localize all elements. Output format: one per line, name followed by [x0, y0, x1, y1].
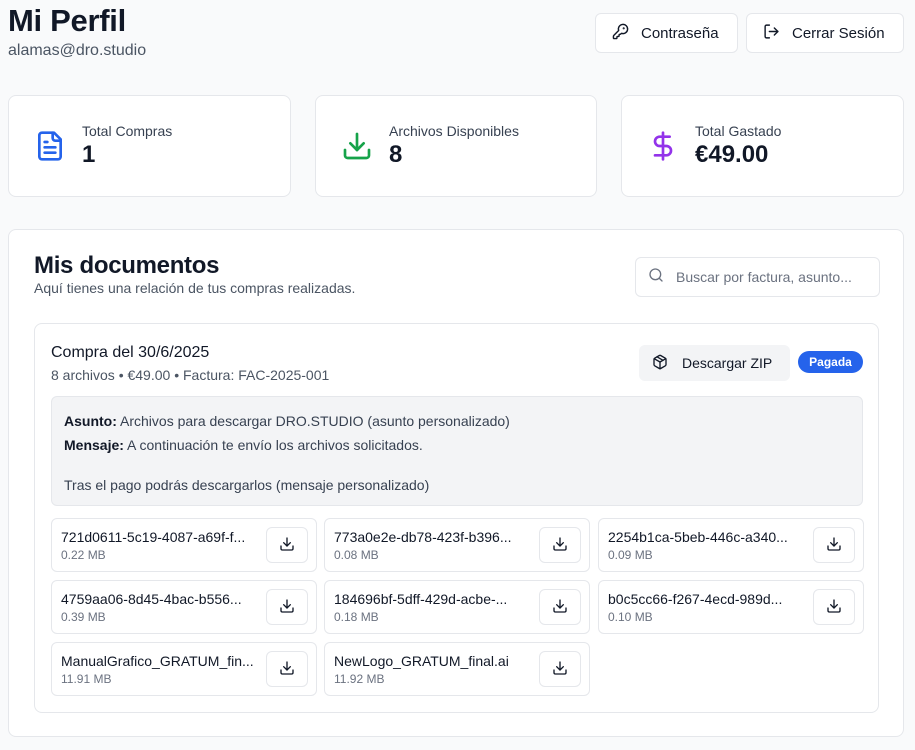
file-name: 2254b1ca-5beb-446c-a340... — [608, 529, 788, 545]
file-size: 0.39 MB — [61, 610, 106, 624]
stat-value: €49.00 — [695, 141, 769, 168]
message-text-2: Tras el pago podrás descargarlos (mensaj… — [64, 477, 430, 493]
download-icon — [552, 598, 568, 617]
stat-card-total-purchases: Total Compras 1 — [8, 95, 291, 197]
stat-card-available-files: Archivos Disponibles 8 — [315, 95, 597, 197]
download-icon — [279, 536, 295, 555]
file-size: 0.18 MB — [334, 610, 379, 624]
subject-text: Archivos para descargar DRO.STUDIO (asun… — [120, 413, 510, 429]
file-item: NewLogo_GRATUM_final.ai 11.92 MB — [324, 642, 590, 696]
download-icon — [552, 660, 568, 679]
search-input[interactable] — [676, 269, 872, 285]
stat-label: Archivos Disponibles — [389, 123, 519, 139]
logout-button-label: Cerrar Sesión — [792, 24, 885, 42]
stat-card-total-spent: Total Gastado €49.00 — [621, 95, 904, 197]
download-file-button[interactable] — [539, 651, 581, 687]
file-size: 0.09 MB — [608, 548, 653, 562]
file-name: 773a0e2e-db78-423f-b396... — [334, 529, 512, 545]
status-badge: Pagada — [798, 351, 863, 373]
file-name: 184696bf-5dff-429d-acbe-... — [334, 591, 508, 607]
download-file-button[interactable] — [539, 527, 581, 563]
purchase-title: Compra del 30/6/2025 — [51, 344, 210, 361]
file-text-icon — [34, 130, 66, 162]
file-size: 11.92 MB — [334, 672, 385, 686]
logout-button[interactable]: Cerrar Sesión — [746, 13, 904, 53]
download-file-button[interactable] — [266, 589, 308, 625]
subject-label: Asunto: — [64, 413, 117, 429]
page-title: Mi Perfil — [8, 3, 126, 38]
file-item: 2254b1ca-5beb-446c-a340... 0.09 MB — [598, 518, 864, 572]
documents-title: Mis documentos — [34, 252, 220, 279]
download-file-button[interactable] — [266, 651, 308, 687]
file-name: NewLogo_GRATUM_final.ai — [334, 653, 509, 669]
download-icon — [341, 130, 373, 162]
file-name: b0c5cc66-f267-4ecd-989d... — [608, 591, 783, 607]
file-item: 721d0611-5c19-4087-a69f-f... 0.22 MB — [51, 518, 317, 572]
message-line: Mensaje: A continuación te envío los arc… — [64, 433, 850, 457]
stat-value: 8 — [389, 141, 403, 168]
download-file-button[interactable] — [539, 589, 581, 625]
message-label: Mensaje: — [64, 437, 124, 453]
documents-panel: Mis documentos Aquí tienes una relación … — [8, 229, 904, 737]
dollar-icon — [647, 130, 679, 162]
file-name: ManualGrafico_GRATUM_fin... — [61, 653, 254, 669]
file-name: 721d0611-5c19-4087-a69f-f... — [61, 529, 246, 545]
download-icon — [279, 598, 295, 617]
search-icon — [648, 267, 664, 288]
search-box[interactable] — [635, 257, 880, 297]
file-item: 773a0e2e-db78-423f-b396... 0.08 MB — [324, 518, 590, 572]
file-name: 4759aa06-8d45-4bac-b556... — [61, 591, 242, 607]
purchase-card: Compra del 30/6/2025 8 archivos • €49.00… — [34, 323, 879, 713]
stat-label: Total Compras — [82, 123, 173, 139]
stat-value: 1 — [82, 141, 96, 168]
download-file-button[interactable] — [813, 527, 855, 563]
key-icon — [612, 23, 629, 44]
user-email: alamas@dro.studio — [8, 42, 147, 59]
download-icon — [552, 536, 568, 555]
download-file-button[interactable] — [266, 527, 308, 563]
message-box: Asunto: Archivos para descargar DRO.STUD… — [51, 396, 863, 506]
documents-subtitle: Aquí tienes una relación de tus compras … — [34, 280, 356, 296]
file-size: 11.91 MB — [61, 672, 112, 686]
password-button[interactable]: Contraseña — [595, 13, 738, 53]
file-item: 184696bf-5dff-429d-acbe-... 0.18 MB — [324, 580, 590, 634]
download-zip-label: Descargar ZIP — [682, 355, 773, 371]
logout-icon — [763, 23, 780, 44]
download-icon — [826, 536, 842, 555]
download-icon — [826, 598, 842, 617]
purchase-meta: 8 archivos • €49.00 • Factura: FAC-2025-… — [51, 367, 330, 383]
file-item: b0c5cc66-f267-4ecd-989d... 0.10 MB — [598, 580, 864, 634]
subject-line: Asunto: Archivos para descargar DRO.STUD… — [64, 409, 850, 433]
message-text: A continuación te envío los archivos sol… — [127, 437, 423, 453]
file-item: ManualGrafico_GRATUM_fin... 11.91 MB — [51, 642, 317, 696]
package-icon — [651, 354, 668, 373]
download-icon — [279, 660, 295, 679]
file-size: 0.10 MB — [608, 610, 653, 624]
password-button-label: Contraseña — [641, 24, 719, 42]
file-item: 4759aa06-8d45-4bac-b556... 0.39 MB — [51, 580, 317, 634]
file-size: 0.08 MB — [334, 548, 379, 562]
stat-label: Total Gastado — [695, 123, 782, 139]
download-file-button[interactable] — [813, 589, 855, 625]
download-zip-button[interactable]: Descargar ZIP — [639, 345, 790, 381]
file-size: 0.22 MB — [61, 548, 106, 562]
